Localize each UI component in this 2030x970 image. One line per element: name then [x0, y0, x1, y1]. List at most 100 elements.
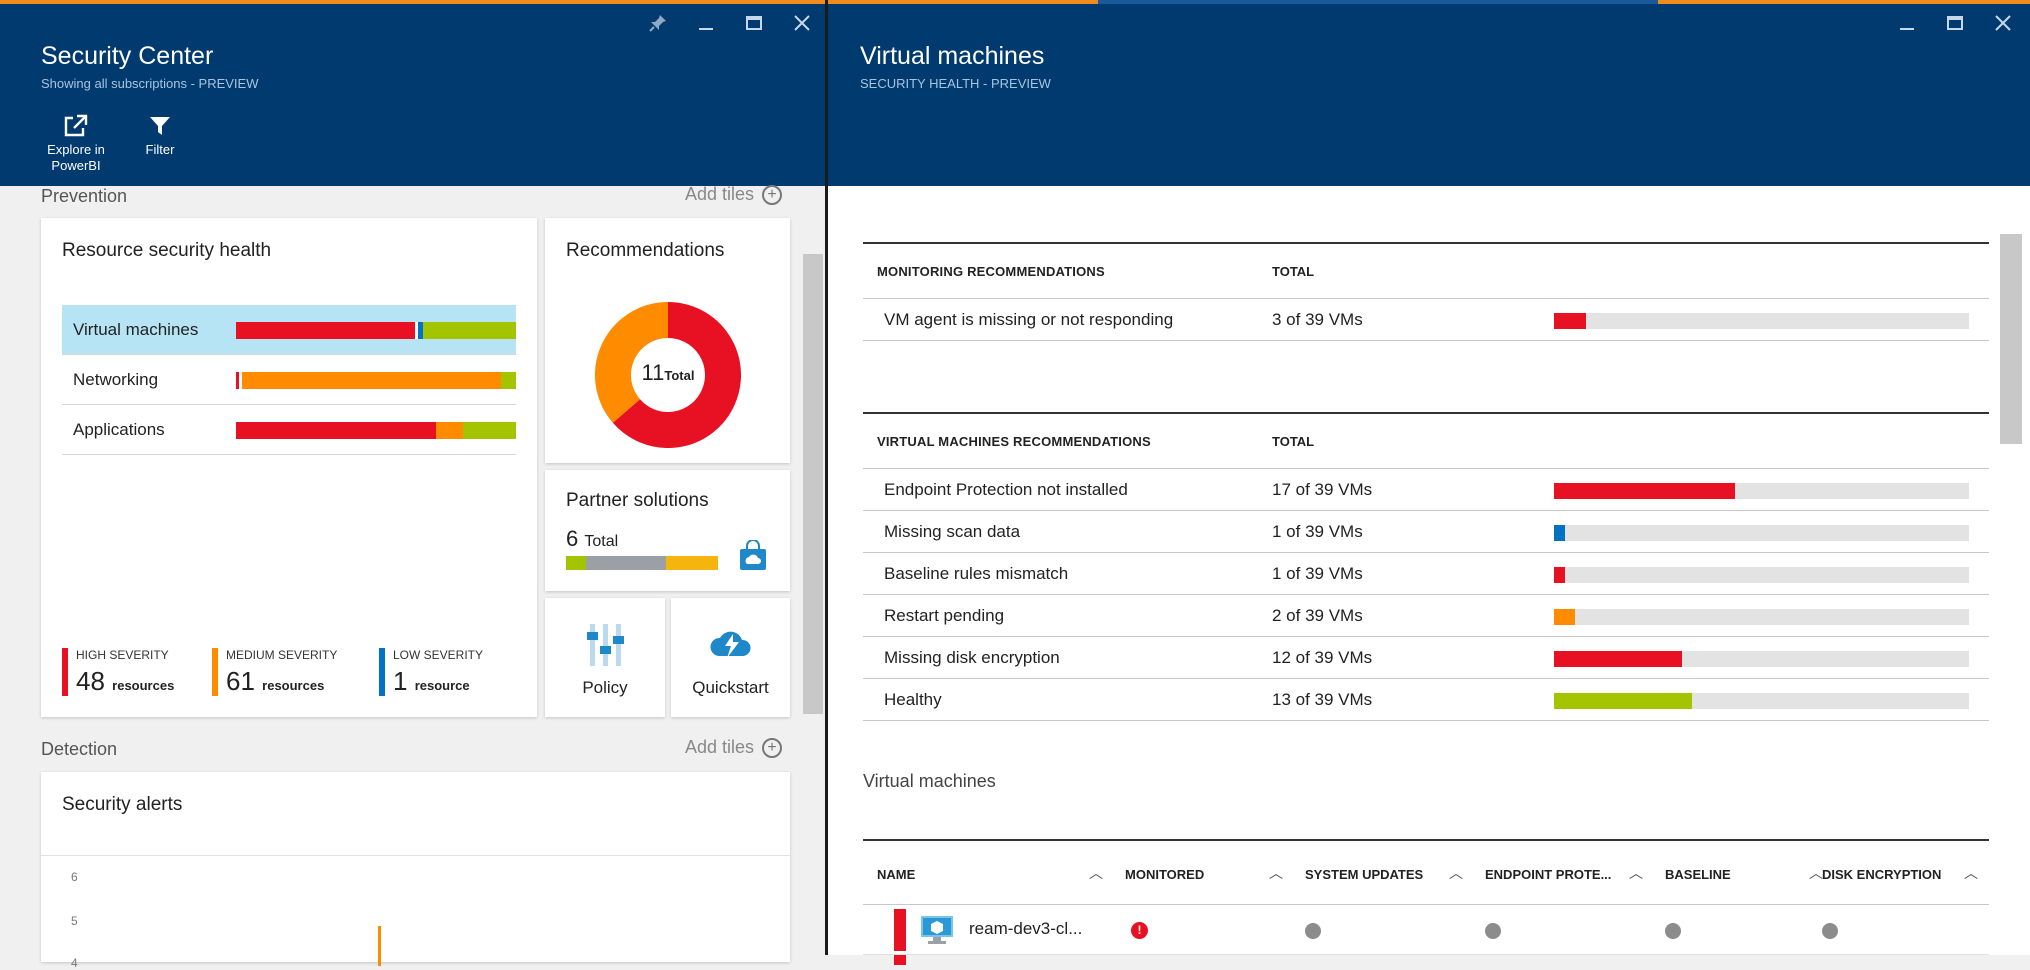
column-header: VIRTUAL MACHINES RECOMMENDATIONS: [877, 434, 1151, 449]
recommendation-name: Baseline rules mismatch: [884, 564, 1069, 583]
column-header-monitored[interactable]: MONITORED: [1125, 867, 1204, 882]
column-header: TOTAL: [1272, 434, 1315, 449]
progress-fill: [1554, 313, 1586, 329]
security-alerts-tile[interactable]: Security alerts 6 5 4: [41, 772, 790, 970]
tile-title: Security alerts: [62, 794, 183, 815]
recommendation-total: 3 of 39 VMs: [1272, 310, 1363, 329]
status-dot-icon: [1822, 923, 1838, 939]
window-controls: [1894, 12, 2016, 38]
health-row-virtual-machines[interactable]: Virtual machines: [62, 305, 516, 355]
policy-tile[interactable]: Policy: [545, 598, 665, 717]
partner-solutions-tile[interactable]: Partner solutions 6 Total: [545, 470, 790, 591]
right-scrollbar[interactable]: [2000, 234, 2022, 444]
minimize-icon[interactable]: [1894, 12, 1920, 38]
column-header-system-updates[interactable]: SYSTEM UPDATES: [1305, 867, 1423, 882]
health-bar-segment: [236, 322, 416, 339]
sort-chevron-icon[interactable]: ︿: [1964, 863, 1978, 883]
vm-recommendations-table: VIRTUAL MACHINES RECOMMENDATIONS TOTAL E…: [863, 412, 1989, 721]
table-header: VIRTUAL MACHINES RECOMMENDATIONS TOTAL: [863, 412, 1989, 469]
explore-powerbi-button[interactable]: Explore in PowerBI: [31, 114, 121, 174]
progress-fill: [1554, 609, 1576, 625]
column-header-disk-encryption[interactable]: DISK ENCRYPTION: [1822, 867, 1941, 882]
health-row-applications[interactable]: Applications: [62, 405, 516, 455]
blade-header: Security Center Showing all subscription…: [0, 4, 825, 186]
table-row[interactable]: Missing disk encryption 12 of 39 VMs: [863, 637, 1989, 679]
recommendation-name: VM agent is missing or not responding: [884, 310, 1174, 329]
blade-title: Virtual machines: [860, 42, 1045, 70]
recommendation-total: 12 of 39 VMs: [1272, 648, 1373, 667]
progress-fill: [1554, 483, 1735, 499]
column-header: MONITORING RECOMMENDATIONS: [877, 264, 1105, 279]
table-row[interactable]: ream-dev3-cl... !: [863, 905, 1989, 955]
maximize-icon[interactable]: [741, 12, 767, 38]
severity-count: 1 resource: [393, 666, 470, 696]
plus-circle-icon: +: [762, 184, 783, 205]
table-row[interactable]: Healthy 13 of 39 VMs: [863, 679, 1989, 721]
health-bar: [236, 372, 516, 389]
table-row[interactable]: VM agent is missing or not responding 3 …: [863, 299, 1989, 341]
severity-indicator: [894, 909, 906, 951]
recommendations-tile[interactable]: Recommendations 11Total: [545, 218, 790, 463]
status-dot-icon: [1665, 923, 1681, 939]
add-tiles-detection-button[interactable]: Add tiles +: [685, 737, 783, 758]
health-bar: [236, 422, 516, 439]
recommendation-total: 2 of 39 VMs: [1272, 606, 1363, 625]
external-link-icon: [64, 114, 88, 137]
severity-caption: LOW SEVERITY: [393, 648, 484, 662]
sort-chevron-icon[interactable]: ︿: [1809, 863, 1823, 883]
add-tiles-prevention-button[interactable]: Add tiles +: [685, 184, 783, 205]
marketplace-bag-icon: [740, 540, 766, 570]
y-tick-label: 4: [71, 956, 78, 970]
maximize-icon[interactable]: [1942, 12, 1968, 38]
partner-bar-segment: [585, 556, 667, 570]
sort-chevron-icon[interactable]: ︿: [1629, 863, 1643, 883]
sort-chevron-icon[interactable]: ︿: [1269, 863, 1283, 883]
table-row[interactable]: [863, 955, 1989, 965]
progress-track: [1554, 651, 1969, 667]
virtual-machines-table: NAME ︿ MONITORED ︿ SYSTEM UPDATES ︿ ENDP…: [863, 839, 1989, 965]
vm-name: ream-dev3-cl...: [969, 919, 1083, 938]
table-row[interactable]: Baseline rules mismatch 1 of 39 VMs: [863, 553, 1989, 595]
close-icon[interactable]: [789, 12, 815, 38]
health-bar-segment: [500, 372, 516, 389]
severity-caption: HIGH SEVERITY: [76, 648, 169, 662]
minimize-icon[interactable]: [693, 12, 719, 38]
table-header: MONITORING RECOMMENDATIONS TOTAL: [863, 242, 1989, 299]
partner-count: 6 Total: [566, 526, 619, 551]
table-row[interactable]: Missing scan data 1 of 39 VMs: [863, 511, 1989, 553]
recommendations-total: 11Total: [641, 360, 695, 385]
progress-track: [1554, 483, 1969, 499]
recommendation-name: Restart pending: [884, 606, 1005, 625]
sort-chevron-icon[interactable]: ︿: [1449, 863, 1463, 883]
add-tiles-label: Add tiles: [685, 184, 755, 204]
column-header-endpoint-protection[interactable]: ENDPOINT PROTE...: [1485, 867, 1611, 882]
medium-severity-summary: MEDIUM SEVERITY 61 resources: [212, 648, 352, 698]
tile-title: Resource security health: [62, 240, 272, 261]
column-header-name[interactable]: NAME: [877, 867, 915, 882]
progress-fill: [1554, 693, 1693, 709]
blade-title: Security Center: [41, 42, 214, 70]
progress-track: [1554, 693, 1969, 709]
tile-title: Recommendations: [566, 240, 725, 261]
recommendation-name: Endpoint Protection not installed: [884, 480, 1128, 499]
filter-button[interactable]: Filter: [115, 114, 205, 158]
progress-fill: [1554, 651, 1682, 667]
explore-powerbi-label: Explore in PowerBI: [47, 142, 105, 173]
column-header-baseline[interactable]: BASELINE: [1665, 867, 1731, 882]
quickstart-tile[interactable]: Quickstart: [671, 598, 790, 717]
blade-header: Virtual machines SECURITY HEALTH - PREVI…: [828, 4, 2030, 186]
pin-icon[interactable]: [645, 12, 671, 38]
table-row[interactable]: Restart pending 2 of 39 VMs: [863, 595, 1989, 637]
health-row-networking[interactable]: Networking: [62, 355, 516, 405]
filter-label: Filter: [145, 142, 175, 157]
resource-security-health-tile[interactable]: Resource security health Virtual machine…: [41, 218, 537, 717]
sort-chevron-icon[interactable]: ︿: [1089, 863, 1103, 883]
table-row[interactable]: Endpoint Protection not installed 17 of …: [863, 469, 1989, 511]
y-tick-label: 6: [71, 870, 78, 884]
severity-count: 61 resources: [226, 666, 325, 696]
health-bar-segment: [236, 422, 437, 439]
alert-bar: [378, 926, 381, 966]
left-scrollbar[interactable]: [803, 254, 823, 714]
cloud-lightning-icon: [710, 631, 751, 658]
close-icon[interactable]: [1990, 12, 2016, 38]
